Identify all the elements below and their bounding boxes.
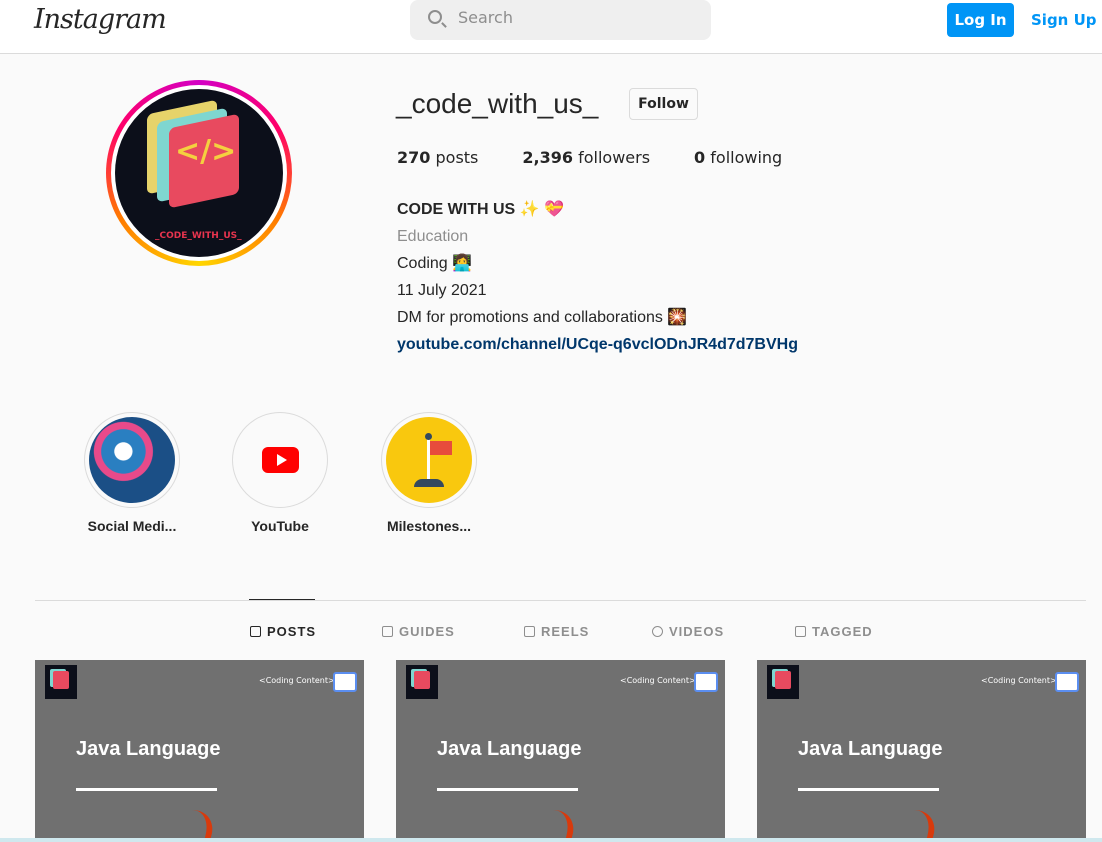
tabs-divider — [35, 600, 1086, 601]
play-circle-icon — [652, 626, 663, 637]
highlight-label: Social Medi... — [87, 518, 177, 534]
flag-icon — [386, 417, 472, 503]
tab-guides[interactable]: GUIDES — [382, 624, 455, 639]
follow-button[interactable]: Follow — [629, 88, 698, 120]
highlight-label: YouTube — [251, 518, 309, 534]
social-media-cubes-icon — [89, 417, 175, 503]
stat-following[interactable]: 0 following — [694, 148, 782, 167]
post-logo-icon — [767, 665, 799, 699]
highlight-social-media[interactable]: Social Medi... — [72, 412, 192, 534]
youtube-icon — [237, 417, 323, 503]
avatar-image: </> _CODE_WITH_US_ — [115, 89, 283, 257]
monitor-icon — [1055, 672, 1079, 692]
post-title: Java Language — [76, 738, 221, 760]
stat-posts: 270 posts — [397, 148, 479, 167]
post-tile[interactable]: <Coding Content> Java Language — [757, 660, 1086, 842]
login-button[interactable]: Log In — [947, 3, 1014, 37]
profile-avatar[interactable]: </> _CODE_WITH_US_ — [106, 80, 292, 266]
instagram-logo[interactable]: Instagram — [34, 4, 167, 35]
tab-reels[interactable]: REELS — [524, 624, 589, 639]
post-underline — [798, 788, 939, 791]
post-underline — [76, 788, 217, 791]
monitor-icon — [333, 672, 357, 692]
tagged-icon — [795, 626, 806, 637]
reels-icon — [524, 626, 535, 637]
highlight-youtube[interactable]: YouTube — [220, 412, 340, 534]
post-title: Java Language — [437, 738, 582, 760]
post-tag: <Coding Content> — [259, 676, 335, 685]
post-title: Java Language — [798, 738, 943, 760]
bio-category: Education — [397, 228, 469, 245]
avatar-code-glyph: </> — [175, 134, 237, 169]
post-underline — [437, 788, 578, 791]
search-input[interactable] — [458, 8, 698, 27]
bio-line: Coding 👩‍💻 — [397, 255, 473, 272]
bio-link[interactable]: youtube.com/channel/UCqe-q6vclODnJR4d7d7… — [397, 336, 798, 353]
post-tag: <Coding Content> — [981, 676, 1057, 685]
signup-link[interactable]: Sign Up — [1031, 11, 1097, 29]
stat-followers[interactable]: 2,396 followers — [522, 148, 650, 167]
post-tile[interactable]: <Coding Content> Java Language — [35, 660, 364, 842]
guides-icon — [382, 626, 393, 637]
bottom-strip — [0, 838, 1102, 842]
highlight-label: Milestones... — [386, 518, 472, 534]
highlight-milestones[interactable]: Milestones... — [369, 412, 489, 534]
post-tag: <Coding Content> — [620, 676, 696, 685]
tab-posts[interactable]: POSTS — [250, 624, 316, 639]
bio-title: CODE WITH US ✨ 💝 — [397, 201, 564, 218]
tab-videos[interactable]: VIDEOS — [652, 624, 724, 639]
grid-icon — [250, 626, 261, 637]
post-tile[interactable]: <Coding Content> Java Language — [396, 660, 725, 842]
avatar-text: _CODE_WITH_US_ — [155, 231, 242, 241]
search-box[interactable] — [410, 0, 711, 40]
profile-stats: 270 posts 2,396 followers 0 following — [397, 148, 826, 167]
profile-username: _code_with_us_ — [396, 88, 599, 119]
monitor-icon — [694, 672, 718, 692]
tab-tagged[interactable]: TAGGED — [795, 624, 873, 639]
search-icon — [428, 10, 442, 24]
post-logo-icon — [406, 665, 438, 699]
top-nav: Instagram Log In Sign Up — [0, 0, 1102, 54]
profile-bio: CODE WITH US ✨ 💝 Education Coding 👩‍💻 11… — [397, 196, 798, 358]
bio-line: 11 July 2021 — [397, 282, 487, 299]
post-logo-icon — [45, 665, 77, 699]
bio-line: DM for promotions and collaborations 🎇 — [397, 309, 688, 326]
active-tab-indicator — [249, 599, 315, 600]
